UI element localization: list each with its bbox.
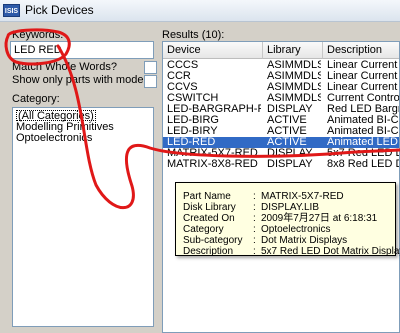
device-cell: MATRIX-8X8-RED bbox=[167, 159, 258, 170]
column-header-library[interactable]: Library bbox=[263, 42, 323, 59]
results-label: Results (10): bbox=[162, 29, 225, 41]
category-list[interactable]: (All Categories) Modelling Primitives Op… bbox=[12, 107, 154, 327]
tooltip-value: Dot Matrix Displays bbox=[261, 235, 348, 246]
result-row[interactable]: LED-BARGRAPH-RED DISPLAY Red LED Bargrap… bbox=[163, 104, 399, 115]
device-cell: MATRIX-5X7-RED bbox=[167, 148, 258, 159]
show-models-checkbox[interactable] bbox=[144, 75, 157, 88]
tooltip-value: MATRIX-5X7-RED bbox=[261, 191, 344, 202]
library-cell: ACTIVE bbox=[267, 115, 307, 126]
library-cell: DISPLAY bbox=[267, 148, 313, 159]
category-item-optoelectronics[interactable]: Optoelectronics bbox=[16, 133, 150, 144]
keywords-label: Keywords: bbox=[12, 29, 64, 41]
result-row[interactable]: CCCS ASIMMDLS Linear Current Controlled bbox=[163, 60, 399, 71]
tooltip-key: Part Name bbox=[183, 191, 231, 202]
title-bar: ISIS Pick Devices bbox=[0, 0, 400, 22]
column-header-description[interactable]: Description bbox=[323, 42, 399, 59]
tooltip-value: 2009年7月27日 at 6:18:31 bbox=[261, 213, 378, 224]
window-title: Pick Devices bbox=[25, 3, 94, 17]
device-cell: LED-RED bbox=[167, 137, 216, 148]
keywords-input[interactable] bbox=[10, 41, 154, 59]
library-cell: DISPLAY bbox=[267, 159, 313, 170]
device-cell: CSWITCH bbox=[167, 93, 219, 104]
device-cell: LED-BARGRAPH-RED bbox=[167, 104, 261, 115]
description-cell: Current Controlled Switch bbox=[327, 93, 400, 104]
tooltip-key: Sub-category bbox=[183, 235, 243, 246]
match-whole-words-checkbox[interactable] bbox=[144, 61, 157, 74]
device-info-tooltip: Part Name : MATRIX-5X7-RED Disk Library … bbox=[175, 182, 400, 257]
result-row-selected[interactable]: LED-RED ACTIVE Animated LED model bbox=[163, 137, 399, 148]
description-cell: Linear Current Controlled bbox=[327, 60, 399, 71]
library-cell: ACTIVE bbox=[267, 126, 307, 137]
library-cell: ACTIVE bbox=[267, 137, 307, 148]
tooltip-key: Category bbox=[183, 224, 224, 235]
description-cell: Linear Current Controlled bbox=[327, 82, 399, 93]
description-cell: Animated BI-Colour LED bbox=[327, 126, 399, 137]
library-cell: ASIMMDLS bbox=[267, 60, 321, 71]
device-cell: CCR bbox=[167, 71, 191, 82]
library-cell: DISPLAY bbox=[267, 104, 313, 115]
device-cell: CCVS bbox=[167, 82, 198, 93]
description-cell: Red LED Bargraph bbox=[327, 104, 399, 115]
device-cell: LED-BIRY bbox=[167, 126, 218, 137]
result-row[interactable]: CCR ASIMMDLS Linear Current Controlled bbox=[163, 71, 399, 82]
result-row[interactable]: MATRIX-5X7-RED DISPLAY 5x7 Red LED Dot M… bbox=[163, 148, 399, 159]
category-item-all[interactable]: (All Categories) bbox=[16, 110, 96, 122]
tooltip-key: Created On bbox=[183, 213, 235, 224]
tooltip-key: Description bbox=[183, 246, 234, 257]
match-whole-words-label: Match Whole Words? bbox=[12, 61, 117, 73]
result-row[interactable]: LED-BIRY ACTIVE Animated BI-Colour LED bbox=[163, 126, 399, 137]
category-label: Category: bbox=[12, 93, 60, 105]
library-cell: ASIMMDLS bbox=[267, 82, 321, 93]
device-cell: LED-BIRG bbox=[167, 115, 219, 126]
tooltip-key: Disk Library bbox=[183, 202, 236, 213]
description-cell: 8x8 Red LED Dot Matrix bbox=[327, 159, 399, 170]
isis-app-icon: ISIS bbox=[3, 4, 20, 17]
description-cell: Linear Current Controlled bbox=[327, 71, 399, 82]
column-header-device[interactable]: Device bbox=[163, 42, 263, 59]
description-cell: 5x7 Red LED Dot Matrix bbox=[327, 148, 399, 159]
tooltip-value: 5x7 Red LED Dot Matrix Display bbox=[261, 246, 400, 257]
tooltip-value: Optoelectronics bbox=[261, 224, 331, 235]
tooltip-value: DISPLAY.LIB bbox=[261, 202, 319, 213]
result-row[interactable]: CCVS ASIMMDLS Linear Current Controlled bbox=[163, 82, 399, 93]
library-cell: ASIMMDLS bbox=[267, 71, 321, 82]
library-cell: ASIMMDLS bbox=[267, 93, 321, 104]
show-models-label: Show only parts with models? bbox=[12, 74, 158, 86]
result-row[interactable]: CSWITCH ASIMMDLS Current Controlled Swit… bbox=[163, 93, 400, 104]
description-cell: Animated BI-Colour LED bbox=[327, 115, 399, 126]
device-cell: CCCS bbox=[167, 60, 199, 71]
result-row[interactable]: LED-BIRG ACTIVE Animated BI-Colour LED bbox=[163, 115, 399, 126]
result-row[interactable]: MATRIX-8X8-RED DISPLAY 8x8 Red LED Dot M… bbox=[163, 159, 399, 170]
description-cell: Animated LED model bbox=[327, 137, 399, 148]
